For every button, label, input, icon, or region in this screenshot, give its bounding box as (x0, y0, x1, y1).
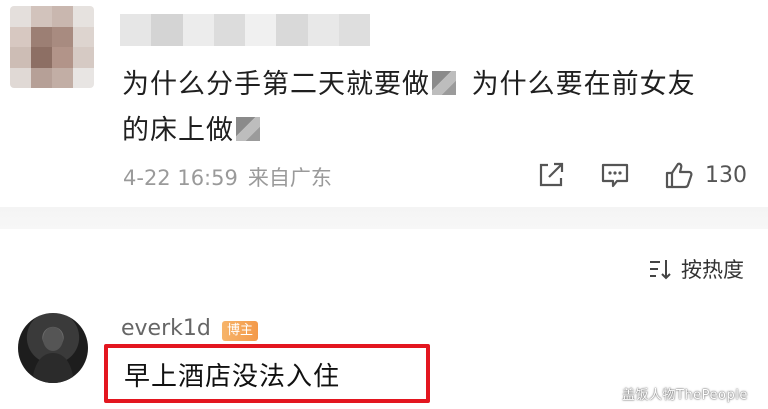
comment-icon[interactable] (600, 160, 630, 190)
watermark: 盖饭人物ThePeople (622, 388, 748, 403)
comment-date: 4-22 16:59 (123, 166, 238, 190)
username[interactable]: everk1d (121, 316, 211, 341)
comment-location: 来自广东 (247, 166, 332, 190)
commenter-name-pixelated[interactable] (120, 14, 370, 46)
censor-mosaic (236, 117, 260, 141)
sort-label: 按热度 (681, 258, 744, 282)
comment-text: 为什么分手第二天就要做 为什么要在前女友 的床上做 (122, 62, 722, 154)
commenter-avatar-pixelated[interactable] (10, 6, 94, 88)
section-divider (0, 207, 768, 229)
thumbs-up-icon[interactable] (664, 160, 694, 190)
author-badge: 博主 (222, 321, 259, 341)
sort-icon (650, 260, 671, 280)
sort-by-hot-button[interactable]: 按热度 (647, 254, 744, 284)
comment-text-part3: 的床上做 (122, 115, 234, 146)
reply-text: 早上酒店没法入住 (124, 362, 341, 392)
comment-text-part1: 为什么分手第二天就要做 (122, 69, 430, 100)
censor-mosaic (432, 71, 456, 95)
avatar[interactable] (18, 313, 88, 383)
share-icon[interactable] (536, 160, 566, 190)
comment-text-part2: 为什么要在前女友 (462, 69, 696, 100)
avatar-figure (32, 327, 74, 383)
like-count: 130 (705, 163, 747, 188)
comment-meta: 4-22 16:59 来自广东 (123, 162, 332, 192)
